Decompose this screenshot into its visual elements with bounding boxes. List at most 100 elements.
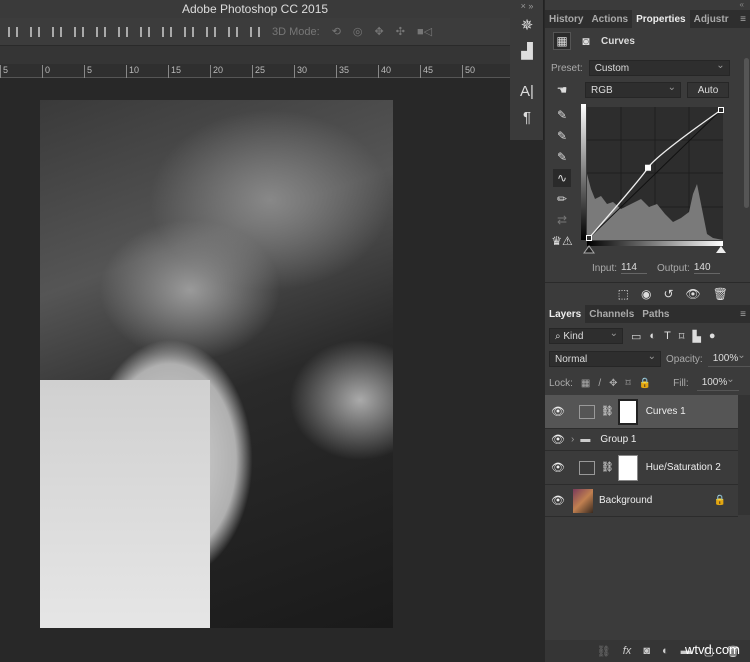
clip-to-layer-icon[interactable]: ⬚ bbox=[618, 287, 629, 301]
curve-control-point[interactable] bbox=[586, 235, 592, 241]
3d-slide-icon[interactable]: ✣ bbox=[396, 25, 405, 38]
collapse-icon[interactable]: × » bbox=[510, 0, 544, 12]
align-icon[interactable] bbox=[74, 26, 84, 37]
distribute-icon[interactable] bbox=[118, 26, 128, 37]
preset-select[interactable]: Custom bbox=[588, 60, 730, 76]
expand-chevron-icon[interactable]: › bbox=[571, 434, 574, 445]
new-adjustment-icon[interactable]: ◐ bbox=[662, 645, 669, 657]
align-icon[interactable] bbox=[8, 26, 18, 37]
white-point-eyedropper-icon[interactable]: ✎ bbox=[553, 148, 571, 166]
curves-graph[interactable] bbox=[581, 104, 727, 256]
output-value[interactable]: 140 bbox=[693, 262, 720, 274]
fx-icon[interactable]: fx bbox=[623, 645, 632, 657]
view-previous-icon[interactable]: ◉ bbox=[641, 287, 651, 301]
black-point-slider[interactable] bbox=[583, 245, 595, 254]
properties-tabs: History Actions Properties Adjustr ≡ bbox=[545, 10, 750, 28]
curve-control-point[interactable] bbox=[645, 164, 652, 171]
opacity-input[interactable]: 100% bbox=[707, 350, 750, 367]
blend-mode-select[interactable]: Normal bbox=[549, 351, 661, 367]
panel-menu-icon[interactable]: ≡ bbox=[736, 305, 750, 323]
distribute-icon[interactable] bbox=[140, 26, 150, 37]
panel-menu-icon[interactable]: ≡ bbox=[736, 10, 750, 28]
align-icon[interactable] bbox=[30, 26, 40, 37]
auto-align-icon[interactable] bbox=[250, 26, 260, 37]
black-point-eyedropper-icon[interactable]: ✎ bbox=[553, 106, 571, 124]
mask-icon[interactable]: ◙ bbox=[577, 32, 595, 50]
collapse-icon[interactable]: « bbox=[545, 0, 750, 10]
filter-shape-icon[interactable]: ⌑ bbox=[679, 330, 685, 343]
distribute-icon[interactable] bbox=[206, 26, 216, 37]
curve-edit-icon[interactable]: ∿ bbox=[553, 169, 571, 187]
lock-transparency-icon[interactable]: ▦ bbox=[581, 378, 590, 389]
properties-scrollbar[interactable] bbox=[744, 58, 749, 208]
output-label: Output: bbox=[657, 262, 690, 274]
character-icon[interactable]: A| bbox=[510, 78, 544, 104]
tab-adjustments[interactable]: Adjustr bbox=[690, 10, 733, 28]
layer-row[interactable]: 👁 Background 🔒 bbox=[545, 485, 738, 517]
lock-all-icon[interactable]: 🔒 bbox=[639, 378, 651, 389]
layer-mask-thumbnail[interactable] bbox=[617, 398, 638, 425]
reset-icon[interactable]: ↺ bbox=[663, 287, 673, 301]
tab-paths[interactable]: Paths bbox=[638, 305, 673, 323]
3d-rotate-icon[interactable]: ⟲ bbox=[332, 25, 341, 38]
options-bar: 3D Mode: ⟲ ◎ ✥ ✣ ■◁ bbox=[0, 18, 510, 46]
watermark: wtvd.com bbox=[685, 642, 740, 657]
fill-input[interactable]: 100% bbox=[696, 374, 739, 391]
lock-position-icon[interactable]: ✥ bbox=[609, 378, 617, 389]
filter-type-icon[interactable]: T bbox=[664, 330, 671, 342]
auto-button[interactable]: Auto bbox=[687, 82, 729, 98]
lock-icon: 🔒 bbox=[713, 495, 726, 506]
layer-row[interactable]: 👁 ⛓ Curves 1 bbox=[545, 395, 738, 429]
navigator-icon[interactable]: ✵ bbox=[510, 12, 544, 38]
lock-pixels-icon[interactable]: / bbox=[598, 378, 601, 389]
curves-icon[interactable]: ▦ bbox=[553, 32, 571, 50]
layer-row[interactable]: 👁 › ▬ Group 1 bbox=[545, 429, 738, 451]
filter-pixel-icon[interactable]: ▭ bbox=[631, 330, 641, 343]
3d-camera-icon[interactable]: ■◁ bbox=[417, 25, 432, 38]
canvas-image[interactable] bbox=[40, 100, 393, 628]
gray-point-eyedropper-icon[interactable]: ✎ bbox=[553, 127, 571, 145]
white-point-slider[interactable] bbox=[716, 246, 726, 253]
panel-dock: × » ✵ ▟ A| ¶ bbox=[510, 0, 544, 140]
layer-name: Hue/Saturation 2 bbox=[645, 462, 721, 473]
histogram-icon[interactable]: ▟ bbox=[510, 38, 544, 64]
visibility-eye-icon[interactable]: 👁 bbox=[545, 461, 571, 474]
distribute-icon[interactable] bbox=[184, 26, 194, 37]
visibility-eye-icon[interactable]: 👁 bbox=[545, 494, 571, 507]
distribute-icon[interactable] bbox=[162, 26, 172, 37]
ruler-tick: 25 bbox=[252, 65, 265, 78]
3d-drag-icon[interactable]: ✥ bbox=[375, 25, 384, 38]
tab-channels[interactable]: Channels bbox=[585, 305, 638, 323]
lock-artboard-icon[interactable]: ⌑ bbox=[626, 378, 631, 389]
properties-title: Curves bbox=[601, 35, 635, 47]
paragraph-icon[interactable]: ¶ bbox=[510, 104, 544, 130]
3d-roll-icon[interactable]: ◎ bbox=[353, 25, 363, 38]
input-value[interactable]: 114 bbox=[621, 262, 648, 274]
filter-kind-select[interactable]: ⌕ Kind bbox=[549, 328, 623, 344]
delete-icon[interactable]: 🗑 bbox=[713, 287, 728, 301]
smooth-icon[interactable]: ⇄ bbox=[553, 211, 571, 229]
visibility-icon[interactable]: 👁 bbox=[686, 287, 701, 301]
visibility-eye-icon[interactable]: 👁 bbox=[545, 433, 571, 446]
channel-select[interactable]: RGB bbox=[585, 82, 681, 98]
filter-smart-icon[interactable]: ▙ bbox=[692, 330, 700, 343]
layer-mask-thumbnail[interactable] bbox=[617, 454, 638, 481]
tab-actions[interactable]: Actions bbox=[587, 10, 632, 28]
pencil-icon[interactable]: ✏ bbox=[553, 190, 571, 208]
layer-row[interactable]: 👁 ⛓ Hue/Saturation 2 bbox=[545, 451, 738, 485]
clipping-warning-icon[interactable]: ♛⚠ bbox=[551, 232, 573, 250]
tab-history[interactable]: History bbox=[545, 10, 587, 28]
target-adjust-icon[interactable]: ☚ bbox=[553, 81, 571, 99]
visibility-eye-icon[interactable]: 👁 bbox=[545, 405, 571, 418]
add-mask-icon[interactable]: ◙ bbox=[643, 645, 650, 657]
tab-layers[interactable]: Layers bbox=[545, 305, 586, 323]
align-icon[interactable] bbox=[96, 26, 106, 37]
align-icon[interactable] bbox=[52, 26, 62, 37]
curve-control-point[interactable] bbox=[718, 107, 724, 113]
distribute-icon[interactable] bbox=[228, 26, 238, 37]
link-layers-icon[interactable]: ⛓ bbox=[597, 645, 611, 658]
layers-scrollbar[interactable] bbox=[738, 395, 750, 515]
filter-toggle[interactable]: ● bbox=[709, 330, 716, 342]
filter-adjustment-icon[interactable]: ◐ bbox=[649, 330, 656, 342]
tab-properties[interactable]: Properties bbox=[632, 10, 690, 28]
